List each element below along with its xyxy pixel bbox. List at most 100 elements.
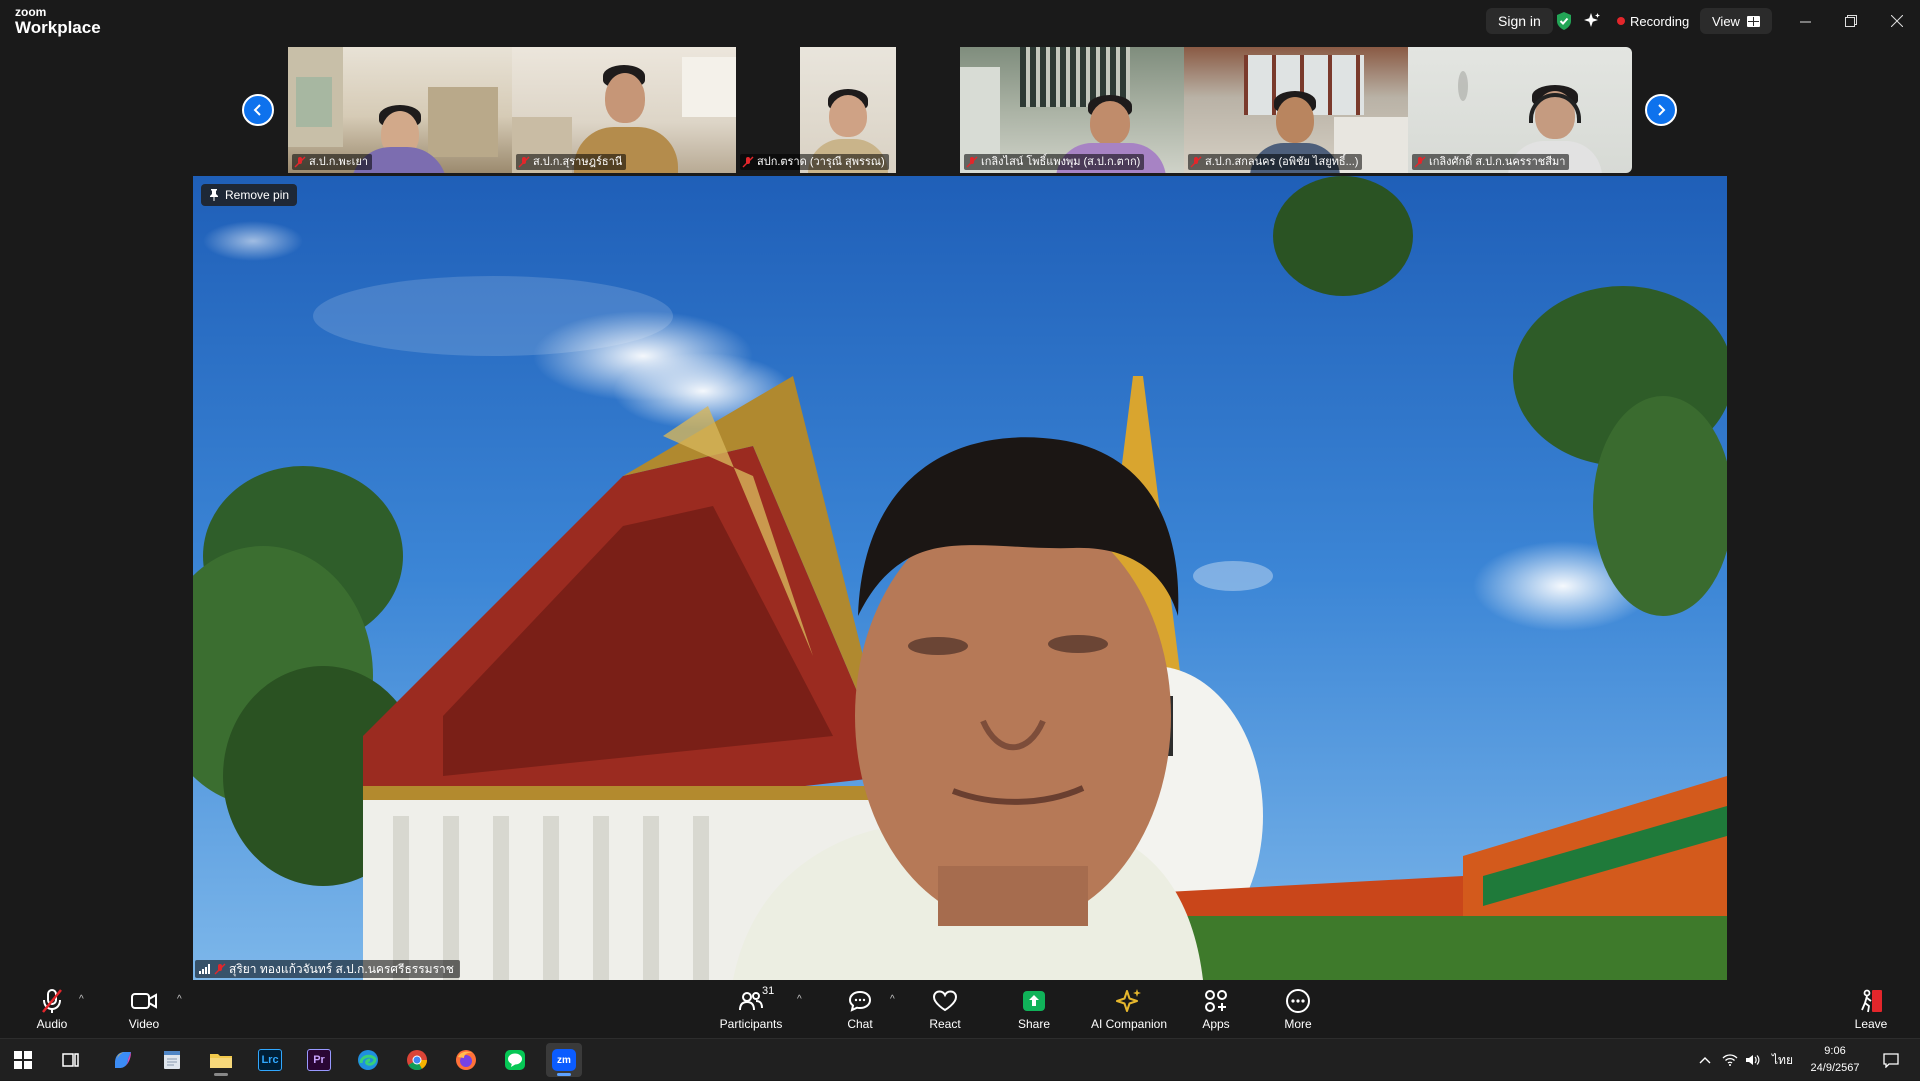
volume-icon[interactable] xyxy=(1745,1039,1761,1081)
audio-options-caret-icon[interactable]: ^ xyxy=(79,994,84,1005)
participant-name: เกลิงไสน์ โพธิ์แพงพุม (ส.ป.ก.ตาก) xyxy=(981,156,1141,168)
more-label: More xyxy=(1284,1017,1312,1031)
minimize-icon[interactable] xyxy=(1790,8,1820,34)
mic-muted-icon xyxy=(214,963,226,975)
copilot-icon[interactable] xyxy=(105,1043,141,1077)
zoom-icon[interactable]: zm xyxy=(546,1043,582,1077)
participant-name: ส.ป.ก.พะเยา xyxy=(309,156,369,168)
remove-pin-button[interactable]: Remove pin xyxy=(201,184,298,206)
participant-thumbnail[interactable]: ส.ป.ก.พะเยา xyxy=(288,47,512,173)
participant-label: ส.ป.ก.พะเยา xyxy=(292,154,373,170)
react-label: React xyxy=(929,1017,961,1031)
view-button[interactable]: View xyxy=(1700,8,1772,34)
mic-muted-icon xyxy=(966,156,978,168)
ai-companion-button[interactable]: AI Companion xyxy=(1088,980,1170,1038)
participants-icon: 31 xyxy=(738,985,774,1015)
recording-indicator[interactable]: Recording xyxy=(1617,8,1689,34)
heart-icon xyxy=(932,987,958,1015)
previous-page-button[interactable] xyxy=(242,94,274,126)
close-icon[interactable] xyxy=(1882,8,1912,34)
start-icon[interactable] xyxy=(5,1043,41,1077)
pr-label: Pr xyxy=(307,1049,331,1071)
mic-muted-icon xyxy=(294,156,306,168)
participant-label: สปก.ตราด (วารุณี สุพรรณ) xyxy=(740,154,889,170)
video-options-caret-icon[interactable]: ^ xyxy=(177,994,182,1005)
participant-name: เกลิงศักดิ์ ส.ป.ก.นครราชสีมา xyxy=(1429,156,1566,168)
signal-strength-icon xyxy=(199,964,210,974)
leave-button[interactable]: Leave xyxy=(1851,980,1891,1038)
mic-muted-icon xyxy=(518,156,530,168)
lightroom-classic-icon[interactable]: Lrc xyxy=(252,1043,288,1077)
chevron-right-icon xyxy=(1658,104,1666,116)
participant-thumbnail[interactable]: เกลิงศักดิ์ ส.ป.ก.นครราชสีมา xyxy=(1408,47,1632,173)
audio-button[interactable]: Audio xyxy=(30,980,74,1038)
line-icon[interactable] xyxy=(497,1043,533,1077)
brand-large: Workplace xyxy=(15,18,101,37)
meeting-controls: Audio ^ Video ^ 31 Participants ^ Chat ^ xyxy=(0,980,1920,1038)
react-button[interactable]: React xyxy=(925,980,965,1038)
file-explorer-icon[interactable] xyxy=(203,1043,239,1077)
brand-small: zoom xyxy=(15,5,47,19)
video-button[interactable]: Video xyxy=(122,980,166,1038)
next-page-button[interactable] xyxy=(1645,94,1677,126)
wifi-icon[interactable] xyxy=(1722,1039,1738,1081)
notification-center-icon[interactable] xyxy=(1883,1039,1899,1081)
participant-thumbnail[interactable]: เกลิงไสน์ โพธิ์แพงพุม (ส.ป.ก.ตาก) xyxy=(960,47,1184,173)
participant-label: ส.ป.ก.สกลนคร (อพิชัย ไสยูทธิ์...) xyxy=(1188,154,1363,170)
more-ellipsis-icon xyxy=(1285,987,1311,1015)
speaker-name-label: สุริยา ทองแก้วจันทร์ ส.ป.ก.นครศรีธรรมราช xyxy=(195,960,460,978)
notepad-icon[interactable] xyxy=(154,1043,190,1077)
speaker-person xyxy=(733,437,1203,980)
participant-thumbnail[interactable]: ส.ป.ก.สุราษฎร์ธานี xyxy=(512,47,736,173)
show-hidden-icons-chevron-icon[interactable] xyxy=(1698,1039,1712,1081)
restore-icon[interactable] xyxy=(1836,8,1866,34)
system-clock[interactable]: 9:06 24/9/2567 xyxy=(1800,1043,1870,1077)
remove-pin-label: Remove pin xyxy=(225,188,290,202)
video-label: Video xyxy=(128,1017,160,1031)
apps-button[interactable]: Apps xyxy=(1196,980,1236,1038)
chat-label: Chat xyxy=(847,1017,873,1031)
video-camera-icon xyxy=(130,987,158,1015)
mic-muted-icon xyxy=(742,156,754,168)
running-indicator xyxy=(214,1073,228,1076)
apps-icon xyxy=(1204,987,1228,1015)
edge-icon[interactable] xyxy=(350,1043,386,1077)
participant-thumbnail[interactable]: ส.ป.ก.สกลนคร (อพิชัย ไสยูทธิ์...) xyxy=(1184,47,1408,173)
zoom-meeting-window: zoom Workplace Sign in Recording View ส.… xyxy=(0,0,1920,1038)
chat-button[interactable]: Chat xyxy=(840,980,880,1038)
sign-in-button[interactable]: Sign in xyxy=(1486,8,1553,34)
premiere-pro-icon[interactable]: Pr xyxy=(301,1043,337,1077)
grid-view-icon xyxy=(1746,15,1760,27)
chat-options-caret-icon[interactable]: ^ xyxy=(890,994,895,1005)
more-button[interactable]: More xyxy=(1278,980,1318,1038)
clock-time: 9:06 xyxy=(1824,1045,1846,1057)
speaker-name: สุริยา ทองแก้วจันทร์ ส.ป.ก.นครศรีธรรมราช xyxy=(229,961,454,976)
windows-taskbar: Lrc Pr zm ไทย 9:06 24/9/2567 xyxy=(0,1038,1920,1080)
task-view-icon[interactable] xyxy=(53,1043,89,1077)
share-button[interactable]: Share xyxy=(1014,980,1054,1038)
security-shield-icon[interactable] xyxy=(1555,8,1573,34)
firefox-icon[interactable] xyxy=(448,1043,484,1077)
mic-muted-icon xyxy=(1190,156,1202,168)
participant-label: เกลิงไสน์ โพธิ์แพงพุม (ส.ป.ก.ตาก) xyxy=(964,154,1145,170)
participants-button[interactable]: 31 Participants xyxy=(716,980,786,1038)
participants-label: Participants xyxy=(719,1017,783,1031)
ai-companion-label: AI Companion xyxy=(1090,1017,1168,1031)
input-language-indicator[interactable]: ไทย xyxy=(1772,1039,1793,1081)
pin-icon xyxy=(210,189,218,201)
pinned-speaker-video[interactable]: Remove pin สุริยา ทองแก้วจันทร์ ส.ป.ก.นค… xyxy=(193,176,1727,980)
chevron-left-icon xyxy=(253,104,261,116)
ai-companion-sparkle-icon xyxy=(1116,987,1142,1015)
participants-options-caret-icon[interactable]: ^ xyxy=(797,994,802,1005)
audio-label: Audio xyxy=(36,1017,68,1031)
lrc-label: Lrc xyxy=(258,1049,282,1071)
view-label: View xyxy=(1712,13,1740,29)
ai-sparkle-icon[interactable] xyxy=(1583,8,1601,34)
participant-name: ส.ป.ก.สุราษฎร์ธานี xyxy=(533,156,623,168)
participant-count: 31 xyxy=(762,985,775,997)
recording-dot-icon xyxy=(1617,17,1625,25)
participant-thumbnail[interactable]: สปก.ตราด (วารุณี สุพรรณ) xyxy=(736,47,960,173)
zoom-app-label: zm xyxy=(552,1049,576,1071)
chrome-icon[interactable] xyxy=(399,1043,435,1077)
participant-name: ส.ป.ก.สกลนคร (อพิชัย ไสยูทธิ์...) xyxy=(1205,156,1359,168)
